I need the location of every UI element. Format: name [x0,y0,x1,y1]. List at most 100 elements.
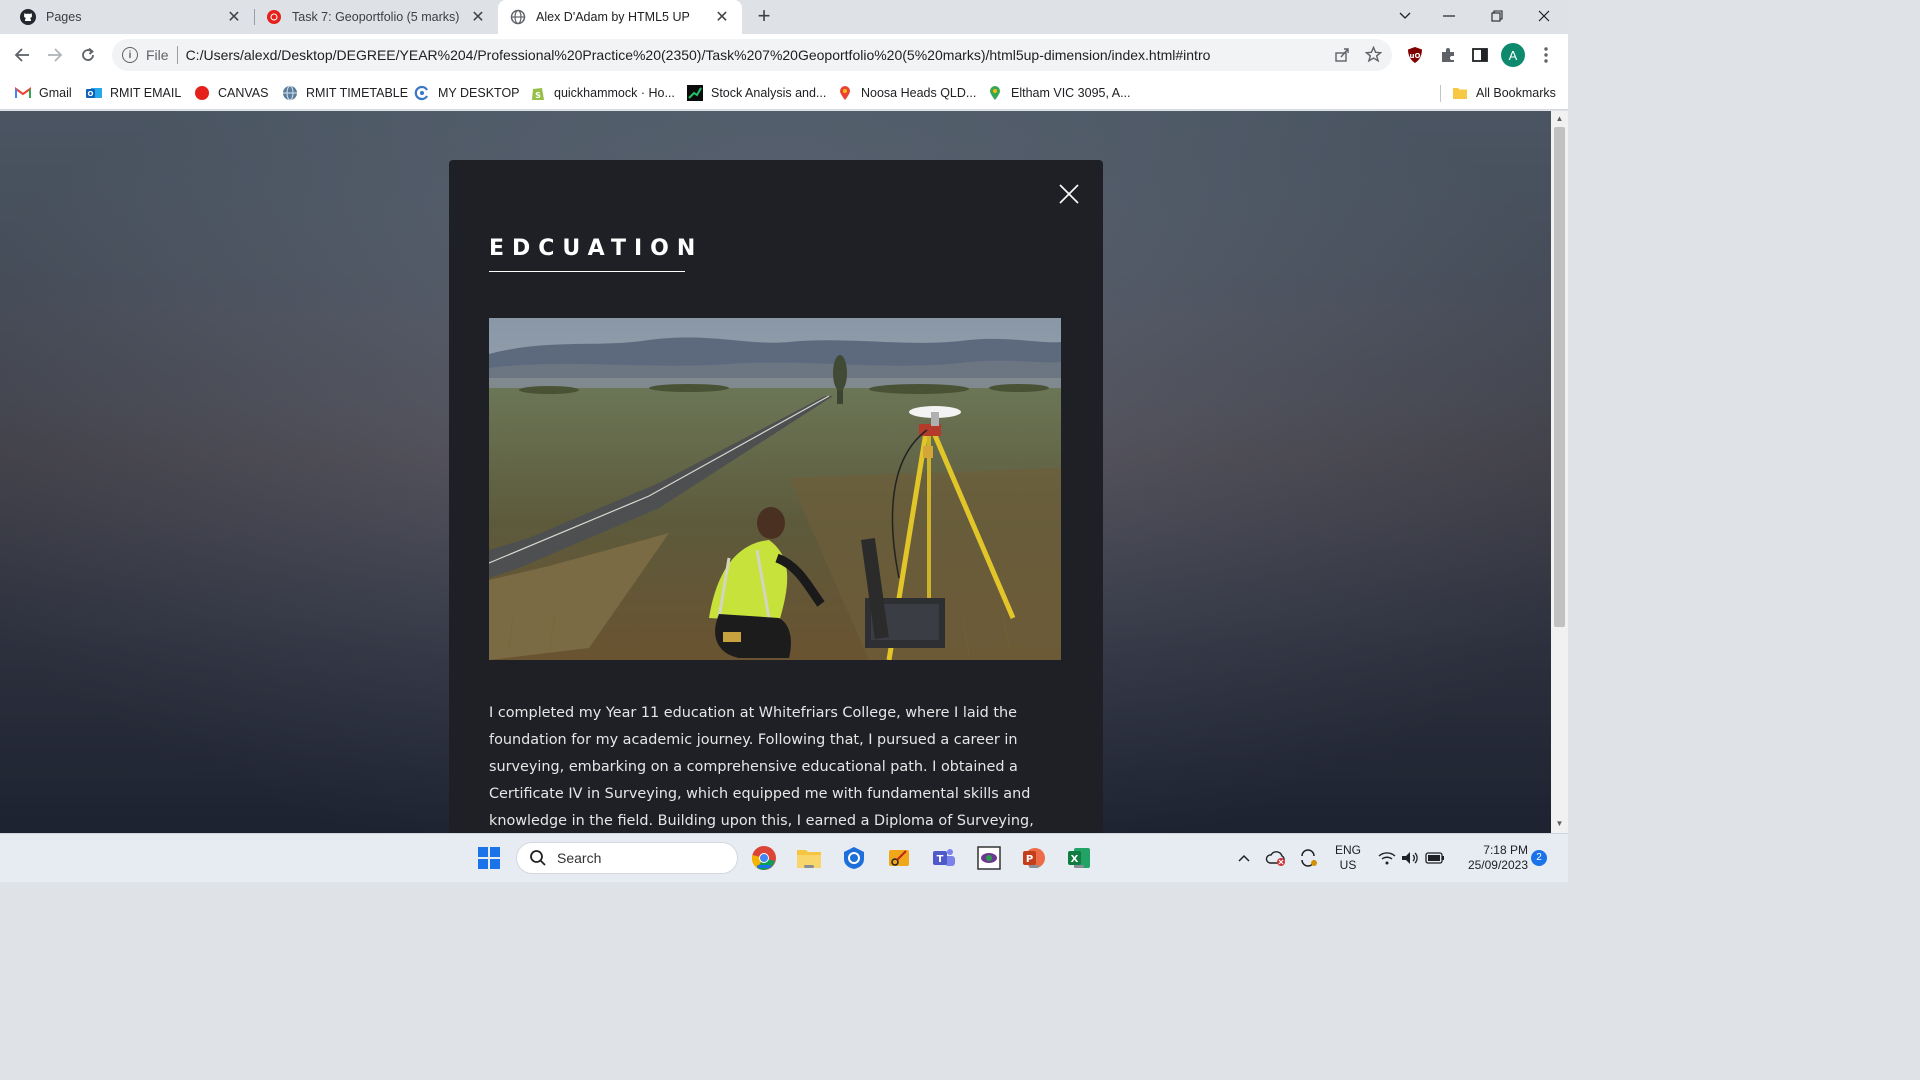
bookmark-eltham[interactable]: Eltham VIC 3095, A... [987,83,1131,103]
bookmark-rmit-timetable[interactable]: RMIT TIMETABLE [282,83,408,103]
bookmark-label: Gmail [39,86,72,100]
share-icon[interactable] [1334,47,1350,66]
notification-badge[interactable]: 2 [1531,850,1547,866]
canvas-icon [266,9,282,25]
minimize-icon[interactable] [1426,0,1472,32]
language-text: ENG [1334,843,1361,857]
bookmarks-bar: Gmail O RMIT EMAIL CANVAS RMIT TIMETABLE… [0,76,1568,110]
bookmark-quickhammock[interactable]: S quickhammock · Ho... [530,83,675,103]
excel-icon[interactable]: X [1065,844,1093,872]
outlook-icon: O [86,85,102,101]
clock[interactable]: 7:18 PM 25/09/2023 [1456,843,1528,873]
taskbar-search[interactable]: Search [516,842,738,874]
svg-text:S: S [535,91,541,100]
url-text[interactable]: C:/Users/alexd/Desktop/DEGREE/YEAR%204/P… [186,47,1211,63]
tab-close-icon[interactable]: ✕ [226,7,242,27]
maps-pin-icon [987,85,1003,101]
svg-text:O: O [88,90,94,98]
svg-text:P: P [1026,854,1033,865]
tab-close-icon[interactable]: ✕ [714,7,730,27]
maps-pin-icon [837,85,853,101]
profile-avatar[interactable]: A [1501,43,1525,67]
tab-label: Task 7: Geoportfolio (5 marks) [292,10,460,24]
canvas-icon [194,85,210,101]
omnibox-divider [176,46,178,64]
back-icon[interactable] [9,42,35,68]
tab-search-icon[interactable] [1382,0,1428,32]
profile-initial: A [1508,47,1518,63]
chrome-icon[interactable] [750,844,778,872]
page-scrollbar[interactable]: ▲ ▼ [1551,111,1568,833]
sync-icon[interactable] [1294,844,1322,872]
bookmark-label: RMIT TIMETABLE [306,86,409,100]
scroll-down-icon[interactable]: ▼ [1555,819,1564,828]
svg-text:T: T [937,854,944,865]
running-indicator [1029,865,1039,868]
close-window-icon[interactable] [1521,0,1567,32]
teams-icon[interactable]: T [930,844,958,872]
svg-text:X: X [1071,854,1079,865]
region-text: US [1339,858,1357,872]
bookmark-label: quickhammock · Ho... [554,86,675,100]
ublock-icon[interactable]: uO [1404,44,1426,66]
address-bar[interactable]: i File C:/Users/alexd/Desktop/DEGREE/YEA… [112,39,1392,71]
running-indicator [757,865,771,868]
chart-icon [687,85,703,101]
bookmark-label: MY DESKTOP [438,86,520,100]
company-portal-icon[interactable] [840,844,868,872]
search-placeholder: Search [557,850,602,866]
menu-icon[interactable] [1535,44,1557,66]
bookmark-label: CANVAS [218,86,269,100]
forward-icon[interactable] [42,42,68,68]
windows-taskbar: Search T P X ENG US 7:18 PM 25/09/2023 2 [0,833,1568,882]
tab-pages[interactable]: Pages ✕ [8,0,254,34]
tab-canvas-task[interactable]: Task 7: Geoportfolio (5 marks) ✕ [254,0,498,34]
bookmark-canvas[interactable]: CANVAS [194,83,268,103]
bookmark-noosa-heads[interactable]: Noosa Heads QLD... [837,83,976,103]
chevron-up-icon[interactable] [1230,844,1258,872]
reload-icon[interactable] [75,42,101,68]
onedrive-icon[interactable] [1262,844,1290,872]
all-bookmarks[interactable]: All Bookmarks [1452,83,1556,103]
education-article: EDCUATION I completed my Year 11 educati… [449,160,1103,833]
site-info-icon[interactable]: i [122,47,138,63]
new-tab-button[interactable]: + [752,5,776,29]
browser-toolbar: i File C:/Users/alexd/Desktop/DEGREE/YEA… [0,34,1568,76]
extensions-icon[interactable] [1437,44,1459,66]
volume-icon[interactable] [1396,844,1424,872]
snipping-tool-icon[interactable] [885,844,913,872]
running-indicator [1074,865,1084,868]
tab-strip: Pages ✕ Task 7: Geoportfolio (5 marks) ✕… [0,0,1568,34]
search-icon [530,850,546,866]
education-photo [489,318,1061,660]
file-explorer-icon[interactable] [795,844,823,872]
powerpoint-icon[interactable]: P [1020,844,1048,872]
notification-count: 2 [1536,852,1542,863]
photos-icon[interactable] [975,844,1003,872]
shopify-icon: S [530,85,546,101]
start-icon[interactable] [475,844,503,872]
restore-icon[interactable] [1474,0,1520,32]
scrollbar-thumb[interactable] [1554,127,1565,627]
bookmark-label: Eltham VIC 3095, A... [1011,86,1131,100]
bookmark-label: All Bookmarks [1476,86,1556,100]
bookmark-star-icon[interactable] [1364,45,1383,66]
gmail-icon [15,85,31,101]
tab-close-icon[interactable]: ✕ [470,7,486,27]
scroll-up-icon[interactable]: ▲ [1555,114,1564,123]
bookmarks-divider [1440,85,1441,102]
language-indicator[interactable]: ENG US [1333,843,1363,873]
bookmark-rmit-email[interactable]: O RMIT EMAIL [86,83,181,103]
desktop-icon [414,85,430,101]
bookmark-gmail[interactable]: Gmail [15,83,72,103]
bookmark-my-desktop[interactable]: MY DESKTOP [414,83,520,103]
folder-icon [1452,85,1468,101]
education-paragraph: I completed my Year 11 education at Whit… [489,705,1034,829]
tab-portfolio[interactable]: Alex D'Adam by HTML5 UP ✕ [498,0,742,34]
github-icon [20,9,36,25]
scheme-label: File [146,47,169,63]
bookmark-stock-analysis[interactable]: Stock Analysis and... [687,83,826,103]
side-panel-icon[interactable] [1469,44,1491,66]
close-icon[interactable] [1057,182,1081,206]
battery-icon[interactable] [1421,844,1449,872]
